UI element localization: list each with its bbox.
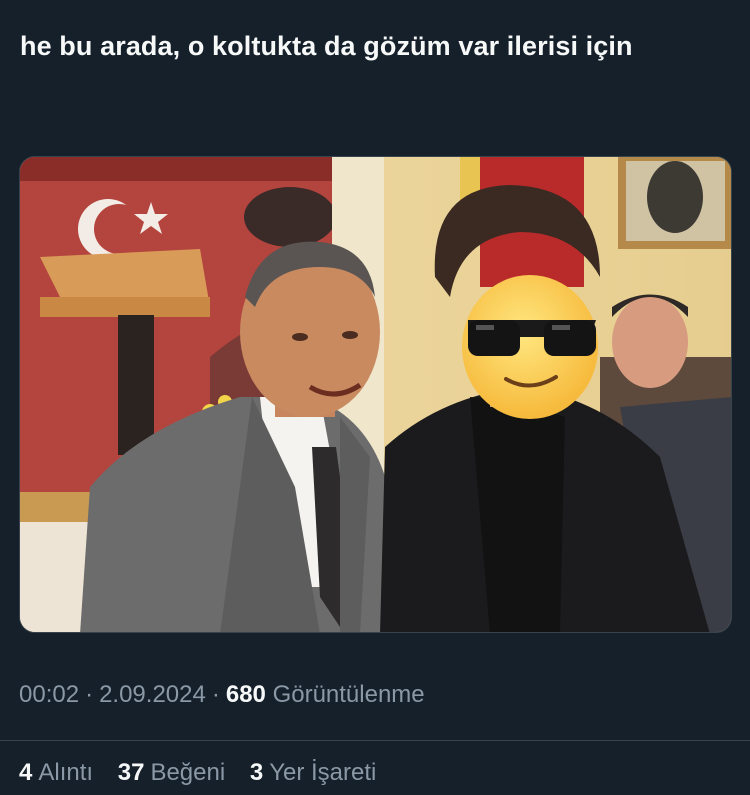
likes-label: Beğeni	[150, 759, 226, 786]
divider	[0, 740, 750, 741]
likes-count: 37	[117, 759, 145, 786]
photo-scene	[20, 157, 731, 632]
views-count: 680	[225, 681, 266, 708]
likes-stat[interactable]: 37 Beğeni	[118, 759, 225, 786]
bookmarks-count: 3	[249, 759, 264, 786]
bookmarks-label: Yer İşareti	[269, 759, 377, 786]
views-label: Görüntülenme	[272, 681, 425, 708]
meta-separator: ·	[85, 681, 94, 708]
tweet-date[interactable]: 2.09.2024	[99, 681, 206, 708]
quotes-stat[interactable]: 4 Alıntı	[19, 759, 93, 786]
quotes-label: Alıntı	[38, 759, 94, 786]
meta-separator: ·	[211, 681, 220, 708]
emoji-sunglasses-face-icon	[462, 275, 598, 419]
tweet-stats: 4 Alıntı 37 Beğeni 3 Yer İşareti	[19, 756, 394, 790]
bookmarks-stat[interactable]: 3 Yer İşareti	[250, 759, 377, 786]
tweet-metadata: 00:02 · 2.09.2024 · 680 Görüntülenme	[19, 678, 425, 712]
tweet-photo[interactable]	[19, 156, 732, 633]
tweet-detail-page: he bu arada, o koltukta da gözüm var ile…	[0, 0, 750, 795]
tweet-text: he bu arada, o koltukta da gözüm var ile…	[20, 31, 633, 61]
quotes-count: 4	[19, 759, 33, 786]
tweet-time[interactable]: 00:02	[19, 681, 79, 708]
